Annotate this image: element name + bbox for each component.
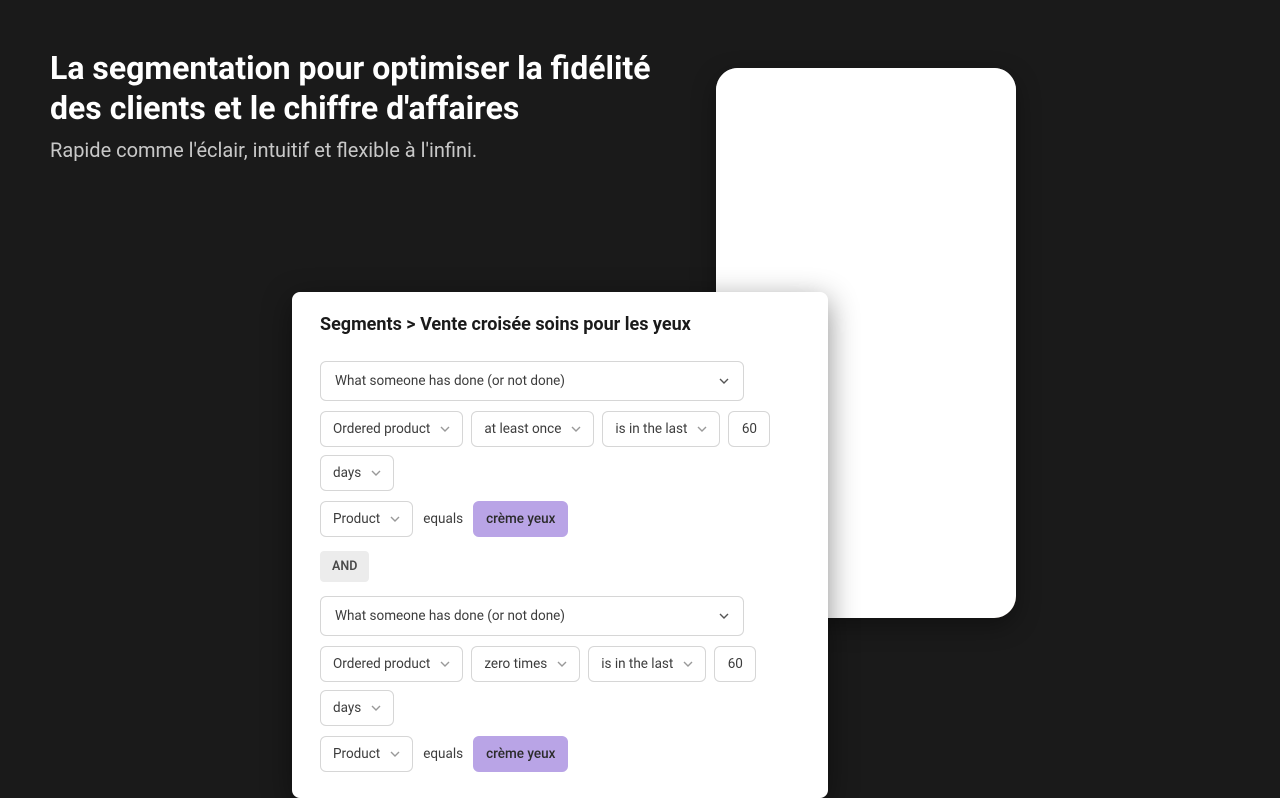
event-field-select[interactable]: Ordered product xyxy=(320,646,463,682)
filter-op: equals xyxy=(421,746,465,762)
chevron-down-icon xyxy=(440,659,450,669)
frequency-select[interactable]: at least once xyxy=(471,411,594,447)
serum-bottle xyxy=(841,338,891,453)
chevron-down-icon xyxy=(697,424,707,434)
time-op-select[interactable]: is in the last xyxy=(588,646,706,682)
filter-op: equals xyxy=(421,511,465,527)
chevron-down-icon xyxy=(440,424,450,434)
time-op-select[interactable]: is in the last xyxy=(602,411,720,447)
filter-row: Product equals crème yeux xyxy=(320,501,800,537)
chevron-down-icon xyxy=(371,703,381,713)
frequency-select[interactable]: zero times xyxy=(471,646,580,682)
event-field-select[interactable]: Ordered product xyxy=(320,411,463,447)
time-op-label: is in the last xyxy=(601,656,673,672)
time-unit-label: days xyxy=(333,465,361,481)
chevron-down-icon xyxy=(390,514,400,524)
filter-value-tag[interactable]: crème yeux xyxy=(473,736,568,772)
frequency-label: zero times xyxy=(484,656,547,672)
condition-row: Ordered product at least once is in the … xyxy=(320,411,800,491)
event-field-label: Ordered product xyxy=(333,656,430,672)
filter-field-select[interactable]: Product xyxy=(320,501,413,537)
time-value-input[interactable]: 60 xyxy=(714,646,756,682)
and-operator-chip[interactable]: AND xyxy=(320,551,369,582)
chevron-down-icon xyxy=(719,611,729,621)
chevron-down-icon xyxy=(557,659,567,669)
condition-kind-select[interactable]: What someone has done (or not done) xyxy=(320,361,744,401)
breadcrumb: Segments > Vente croisée soins pour les … xyxy=(320,314,800,335)
time-op-label: is in the last xyxy=(615,421,687,437)
chevron-down-icon xyxy=(390,749,400,759)
time-value-input[interactable]: 60 xyxy=(728,411,770,447)
subheadline: Rapide comme l'éclair, intuitif et flexi… xyxy=(50,138,670,162)
condition-kind-select[interactable]: What someone has done (or not done) xyxy=(320,596,744,636)
segment-builder-card: Segments > Vente croisée soins pour les … xyxy=(292,292,828,798)
condition-kind-label: What someone has done (or not done) xyxy=(335,608,565,624)
filter-field-label: Product xyxy=(333,746,380,762)
filter-field-label: Product xyxy=(333,511,380,527)
frequency-label: at least once xyxy=(484,421,561,437)
marketing-heading: La segmentation pour optimiser la fidéli… xyxy=(50,48,670,162)
condition-row: Ordered product zero times is in the las… xyxy=(320,646,800,726)
chevron-down-icon xyxy=(719,376,729,386)
filter-value-tag[interactable]: crème yeux xyxy=(473,501,568,537)
condition-kind-label: What someone has done (or not done) xyxy=(335,373,565,389)
chevron-down-icon xyxy=(371,468,381,478)
filter-field-select[interactable]: Product xyxy=(320,736,413,772)
chevron-down-icon xyxy=(571,424,581,434)
headline: La segmentation pour optimiser la fidéli… xyxy=(50,48,670,128)
time-unit-label: days xyxy=(333,700,361,716)
chevron-down-icon xyxy=(683,659,693,669)
time-unit-select[interactable]: days xyxy=(320,455,394,491)
filter-row: Product equals crème yeux xyxy=(320,736,800,772)
time-unit-select[interactable]: days xyxy=(320,690,394,726)
event-field-label: Ordered product xyxy=(333,421,430,437)
